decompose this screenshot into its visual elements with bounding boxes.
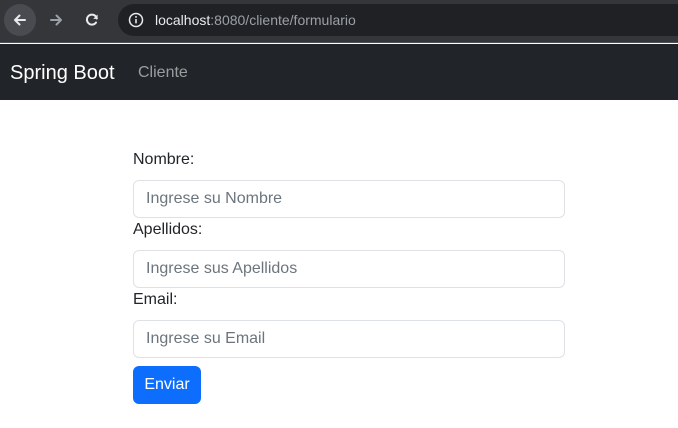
back-button[interactable] — [4, 4, 36, 36]
nombre-label: Nombre: — [133, 151, 195, 168]
arrow-left-icon — [14, 14, 26, 26]
apellidos-input[interactable] — [133, 250, 565, 288]
reload-icon — [85, 13, 98, 26]
address-bar[interactable]: localhost:8080/cliente/formulario — [118, 4, 678, 36]
reload-button[interactable] — [76, 4, 108, 36]
browser-toolbar: localhost:8080/cliente/formulario — [0, 0, 678, 43]
cliente-form: Nombre: Apellidos: Email: Enviar — [133, 150, 565, 404]
email-input[interactable] — [133, 320, 565, 358]
arrow-right-icon — [50, 14, 62, 26]
forward-button[interactable] — [40, 4, 72, 36]
url-path: :8080/cliente/formulario — [210, 12, 356, 28]
nombre-input[interactable] — [133, 180, 565, 218]
enviar-button[interactable]: Enviar — [133, 366, 201, 404]
site-info-button[interactable] — [124, 8, 148, 32]
navbar-brand[interactable]: Spring Boot — [10, 61, 115, 85]
email-label: Email: — [133, 291, 178, 308]
url-text: localhost:8080/cliente/formulario — [155, 12, 356, 28]
info-icon — [128, 12, 144, 28]
site-navbar: Spring Boot Cliente — [0, 44, 678, 100]
url-host: localhost — [155, 12, 211, 28]
apellidos-label: Apellidos: — [133, 221, 203, 238]
nav-link-cliente[interactable]: Cliente — [138, 64, 188, 82]
